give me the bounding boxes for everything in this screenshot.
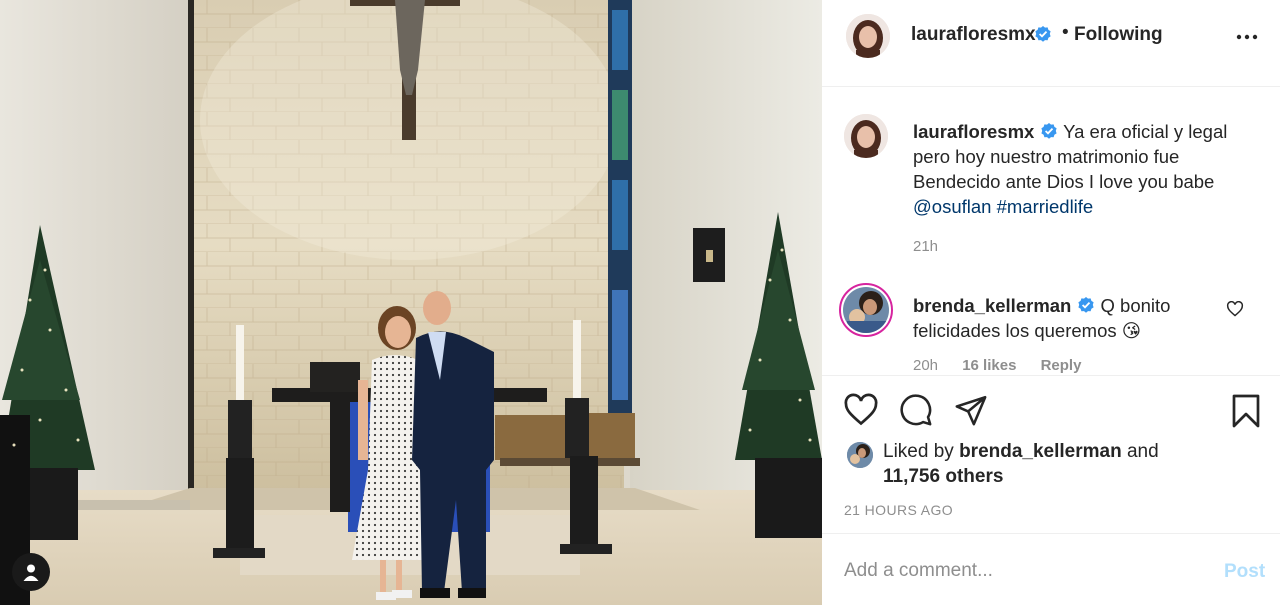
caption-username[interactable]: laurafloresmx xyxy=(913,121,1034,142)
profile-picture xyxy=(846,14,890,58)
add-comment-bar: Post xyxy=(822,533,1280,605)
church-altar-photo xyxy=(0,0,822,605)
verified-icon xyxy=(1035,26,1051,42)
author-avatar[interactable] xyxy=(846,14,890,58)
share-button[interactable] xyxy=(954,393,988,432)
mention-link[interactable]: @osuflan xyxy=(913,196,991,217)
post-header: laurafloresmx • Following xyxy=(822,0,1280,87)
liker-avatar[interactable] xyxy=(847,442,873,468)
liker-username[interactable]: brenda_kellerman xyxy=(959,441,1122,462)
liked-by-label: Liked by xyxy=(883,441,954,462)
caption-line-3: Bendecido ante Dios I love you babe xyxy=(913,171,1215,192)
post-photo[interactable] xyxy=(0,0,822,605)
comment-body-first: Q bonito xyxy=(1100,295,1171,316)
post-comment-button[interactable]: Post xyxy=(1224,561,1265,583)
profile-picture xyxy=(847,442,873,468)
share-icon xyxy=(955,395,987,426)
user-icon xyxy=(23,564,39,581)
kiss-emoji: 😘 xyxy=(1121,320,1142,341)
verified-icon xyxy=(1041,123,1057,139)
reply-button[interactable]: Reply xyxy=(1041,357,1082,374)
comment-button[interactable] xyxy=(899,393,933,432)
comment-likes[interactable]: 16 likes xyxy=(962,357,1016,374)
caption-meta: 21h xyxy=(913,238,958,255)
tagged-users-button[interactable] xyxy=(12,553,50,591)
liked-and-label: and xyxy=(1126,441,1159,462)
post-sidebar: laurafloresmx • Following laurafloresmx … xyxy=(822,0,1280,605)
likes-others-link[interactable]: 11,756 others xyxy=(883,466,1003,487)
following-button[interactable]: Following xyxy=(1074,24,1163,46)
heart-outline-icon xyxy=(1226,300,1244,317)
comment-body-second: felicidades los queremos xyxy=(913,320,1117,341)
verified-icon xyxy=(1078,297,1094,313)
commenter-avatar[interactable] xyxy=(839,283,893,337)
comment-input[interactable] xyxy=(844,556,1204,586)
bookmark-icon xyxy=(1232,394,1260,428)
caption-text: laurafloresmx Ya era oficial y legal per… xyxy=(913,119,1243,219)
hashtag-link[interactable]: #marriedlife xyxy=(997,196,1094,217)
comment-meta: 20h 16 likes Reply xyxy=(913,357,1101,374)
comments-list[interactable]: laurafloresmx Ya era oficial y legal per… xyxy=(822,88,1280,375)
commenter-username[interactable]: brenda_kellerman xyxy=(913,295,1071,316)
caption-line-1: Ya era oficial y legal xyxy=(1063,121,1228,142)
more-horizontal-icon xyxy=(1236,34,1258,40)
caption-line-2: pero hoy nuestro matrimonio fue xyxy=(913,146,1180,167)
caption-author-avatar[interactable] xyxy=(844,114,888,158)
comment-text: brenda_kellerman Q bonito felicidades lo… xyxy=(913,293,1243,343)
caption-time[interactable]: 21h xyxy=(913,238,938,255)
post-actions: Liked by brenda_kellerman and 11,756 oth… xyxy=(822,375,1280,533)
profile-picture xyxy=(843,287,889,333)
author-username[interactable]: laurafloresmx xyxy=(911,24,1036,46)
like-button[interactable] xyxy=(843,393,879,432)
post-timestamp[interactable]: 21 HOURS AGO xyxy=(844,502,953,518)
separator-dot: • xyxy=(1062,22,1069,43)
like-comment-button[interactable] xyxy=(1226,300,1244,322)
likes-summary: Liked by brenda_kellerman and 11,756 oth… xyxy=(883,439,1243,489)
profile-picture xyxy=(844,114,888,158)
save-button[interactable] xyxy=(1230,393,1262,434)
verified-badge xyxy=(1034,25,1052,48)
comment-icon xyxy=(900,394,932,426)
heart-icon xyxy=(844,393,878,426)
more-options-button[interactable] xyxy=(1236,26,1258,53)
comment-time[interactable]: 20h xyxy=(913,357,938,374)
